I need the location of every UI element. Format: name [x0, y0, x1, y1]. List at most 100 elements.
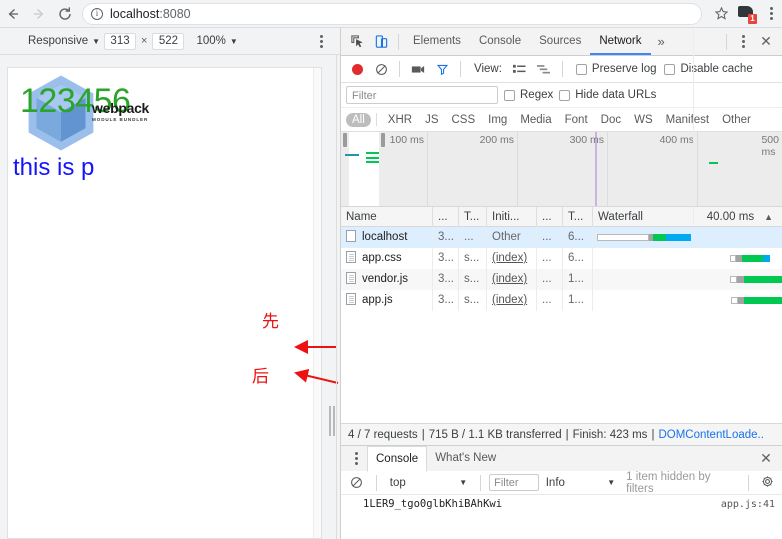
overview-bar: [366, 157, 379, 159]
drawer-tab-console[interactable]: Console: [367, 445, 428, 472]
webpack-name: webpack: [92, 100, 150, 116]
console-message-row[interactable]: 1LER9_tgo0glbKhiBAhKwi app.js:41: [341, 495, 782, 510]
camera-filmstrip-icon[interactable]: [407, 58, 429, 80]
type-filter-js[interactable]: JS: [419, 113, 444, 127]
extension-icon[interactable]: 1: [737, 4, 757, 24]
reload-button[interactable]: [52, 1, 78, 27]
sort-ascending-icon[interactable]: ▲: [764, 207, 777, 227]
tab-console[interactable]: Console: [470, 28, 530, 55]
row-initiator: Other: [487, 227, 537, 248]
console-messages[interactable]: 1LER9_tgo0glbKhiBAhKwi app.js:41: [341, 495, 782, 517]
type-filter-font[interactable]: Font: [559, 113, 594, 127]
console-level-select[interactable]: Info ▼: [542, 477, 619, 489]
url-port: :8080: [159, 6, 191, 21]
resource-type-filters: All XHR JS CSS Img Media Font Doc WS Man…: [341, 108, 782, 132]
row-type: s...: [459, 290, 487, 311]
page-viewport-area: webpack MODULE BUNDLER 123456 this is p …: [0, 55, 340, 539]
disable-cache-checkbox[interactable]: Disable cache: [664, 63, 753, 75]
column-initiator[interactable]: Initi...: [487, 206, 537, 227]
devtools-menu-button[interactable]: [732, 29, 754, 55]
preserve-log-checkbox[interactable]: Preserve log: [575, 63, 657, 75]
record-dot-icon[interactable]: [346, 58, 368, 80]
row-name-cell: app.css: [341, 248, 433, 269]
clear-circle-slash-icon[interactable]: [346, 472, 368, 494]
bookmark-star-icon[interactable]: [708, 1, 734, 27]
waterfall-view-icon[interactable]: [533, 58, 555, 80]
type-filter-css[interactable]: CSS: [445, 113, 481, 127]
toolbar-separator: [398, 33, 399, 50]
column-type[interactable]: T...: [459, 206, 487, 227]
tab-elements[interactable]: Elements: [404, 28, 470, 55]
more-tabs-icon[interactable]: »: [651, 34, 672, 49]
drawer-close-icon[interactable]: ✕: [754, 447, 778, 471]
list-view-icon[interactable]: [509, 58, 531, 80]
console-toolbar: top ▼ Filter Info ▼ 1 item hidden by fil…: [341, 471, 782, 495]
overview-selection-window[interactable]: [343, 132, 385, 206]
drawer-tabbar: Console What's New ✕: [341, 445, 782, 472]
regex-checkbox[interactable]: Regex: [504, 89, 553, 101]
inspect-element-icon[interactable]: [345, 30, 369, 54]
table-row[interactable]: app.js 3... s... (index) ... 1...: [341, 290, 782, 311]
drawer-tab-whats-new[interactable]: What's New: [427, 446, 504, 471]
address-bar[interactable]: i localhost:8080: [82, 2, 702, 25]
extension-badge: 1: [748, 13, 757, 24]
type-filter-all[interactable]: All: [346, 112, 371, 127]
device-select[interactable]: Responsive ▼: [0, 35, 104, 47]
gear-icon[interactable]: [757, 475, 777, 491]
view-label: View:: [474, 63, 502, 75]
console-context-value: top: [389, 476, 406, 489]
type-filter-media[interactable]: Media: [514, 113, 557, 127]
checkbox-box: [559, 89, 571, 101]
column-waterfall[interactable]: Waterfall 40.00 ms ▲: [593, 207, 782, 227]
row-time: 6...: [563, 227, 593, 248]
type-filter-ws[interactable]: WS: [628, 113, 659, 127]
column-size[interactable]: ...: [537, 206, 563, 227]
network-filter-input[interactable]: Filter: [346, 86, 498, 104]
page-scrollbar[interactable]: [313, 68, 321, 538]
row-initiator[interactable]: (index): [487, 269, 537, 290]
type-filter-xhr[interactable]: XHR: [382, 113, 418, 127]
column-status[interactable]: ...: [433, 206, 459, 227]
overview-bar: [366, 161, 379, 163]
devtools-close-icon[interactable]: ✕: [754, 30, 778, 54]
console-message-source[interactable]: app.js:41: [721, 499, 775, 510]
overview-handle-left[interactable]: [343, 133, 347, 147]
type-filter-other[interactable]: Other: [716, 113, 757, 127]
tab-network[interactable]: Network: [590, 28, 650, 55]
column-name[interactable]: Name: [341, 206, 433, 227]
drawer-menu-button[interactable]: [345, 446, 367, 472]
table-row[interactable]: localhost 3... ... Other ... 6...: [341, 227, 782, 248]
hide-data-urls-checkbox[interactable]: Hide data URLs: [559, 89, 656, 101]
table-row[interactable]: vendor.js 3... s... (index) ... 1...: [341, 269, 782, 290]
device-height-input[interactable]: 522: [152, 32, 185, 50]
overview-handle-right[interactable]: [381, 133, 385, 147]
zoom-select[interactable]: 100% ▼: [196, 35, 237, 47]
row-initiator[interactable]: (index): [487, 248, 537, 269]
request-table-body[interactable]: localhost 3... ... Other ... 6... app.cs…: [341, 28, 782, 423]
type-filter-manifest[interactable]: Manifest: [660, 113, 715, 127]
column-time[interactable]: T...: [563, 206, 593, 227]
site-info-icon[interactable]: i: [91, 7, 103, 20]
network-overview-timeline[interactable]: 100 ms 200 ms 300 ms 400 ms 500 ms: [341, 132, 782, 207]
clear-circle-slash-icon[interactable]: [370, 58, 392, 80]
devtools-panel: Elements Console Sources Network » ✕ Vie…: [340, 28, 782, 539]
device-menu-button[interactable]: [310, 28, 332, 54]
tab-sources[interactable]: Sources: [530, 28, 590, 55]
row-type: s...: [459, 269, 487, 290]
filter-funnel-icon[interactable]: [431, 58, 453, 80]
waterfall-scale-label: 40.00 ms: [706, 210, 755, 223]
preserve-log-label: Preserve log: [591, 63, 657, 75]
row-initiator[interactable]: (index): [487, 290, 537, 311]
rendered-page[interactable]: webpack MODULE BUNDLER 123456 this is p: [7, 67, 322, 539]
type-filter-doc[interactable]: Doc: [595, 113, 627, 127]
browser-menu-button[interactable]: [760, 1, 782, 27]
toolbar-separator: [375, 474, 377, 491]
console-filter-input[interactable]: Filter: [489, 474, 539, 491]
type-filter-img[interactable]: Img: [482, 113, 513, 127]
forward-button[interactable]: [26, 1, 52, 27]
console-context-select[interactable]: top ▼: [385, 477, 472, 489]
device-toolbar-icon[interactable]: [369, 30, 393, 54]
back-button[interactable]: [0, 1, 26, 27]
device-width-input[interactable]: 313: [104, 32, 137, 50]
table-row[interactable]: app.css 3... s... (index) ... 6...: [341, 248, 782, 269]
